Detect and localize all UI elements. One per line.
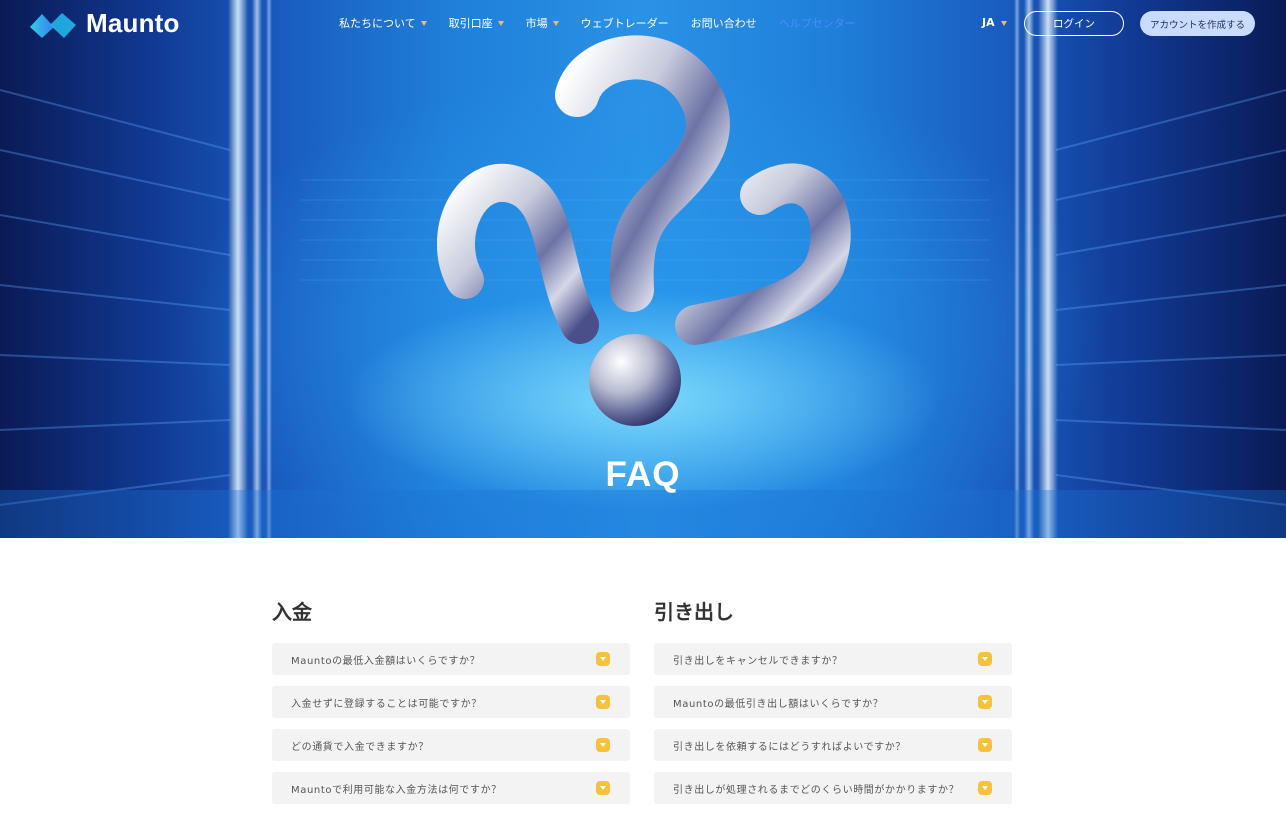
login-button[interactable]: ログイン (1024, 11, 1124, 36)
nav-item-label: ウェブトレーダー (580, 17, 669, 30)
faq-question: Mauntoの最低引き出し額はいくらですか？ (673, 698, 884, 710)
nav-item-help-center[interactable]: ヘルプセンター (779, 15, 856, 31)
expand-chevron-icon[interactable] (978, 652, 992, 666)
expand-chevron-icon[interactable] (978, 738, 992, 752)
hero-banner: FAQ (0, 0, 1286, 538)
chevron-down-icon (497, 21, 504, 26)
language-selector[interactable]: JA (982, 16, 1007, 29)
faq-item[interactable]: 入金せずに登録することは可能ですか？ (272, 686, 630, 718)
main-nav: 私たちについて 取引口座 市場 ウェブトレーダー お問い合わせ ヘルプセンター (339, 15, 878, 31)
faq-question: 入金せずに登録することは可能ですか？ (291, 698, 482, 710)
faq-item[interactable]: 引き出しをキャンセルできますか？ (654, 643, 1012, 675)
faq-item[interactable]: 引き出しを依頼するにはどうすればよいですか？ (654, 729, 1012, 761)
nav-item-label: 私たちについて (339, 17, 416, 30)
chevron-down-icon (552, 21, 559, 26)
expand-chevron-icon[interactable] (596, 652, 610, 666)
nav-item-contact[interactable]: お問い合わせ (691, 15, 757, 31)
language-code: JA (982, 16, 995, 29)
faq-question: 引き出しをキャンセルできますか？ (673, 655, 843, 667)
nav-item-label: ヘルプセンター (778, 17, 856, 30)
faq-question: 引き出しを依頼するにはどうすればよいですか？ (673, 741, 906, 753)
nav-item-label: お問い合わせ (690, 17, 757, 30)
nav-item-label: 市場 (525, 17, 548, 30)
expand-chevron-icon[interactable] (596, 738, 610, 752)
nav-item-markets[interactable]: 市場 (526, 15, 559, 31)
maunto-logo-icon (30, 12, 76, 38)
faq-question: どの通貨で入金できますか？ (291, 741, 429, 753)
nav-item-accounts[interactable]: 取引口座 (449, 15, 504, 31)
faq-section-heading: 入金 (272, 600, 312, 624)
top-navbar: Maunto 私たちについて 取引口座 市場 ウェブトレーダー お問い合わせ ヘ… (0, 0, 1286, 46)
faq-item[interactable]: Mauntoで利用可能な入金方法は何ですか？ (272, 772, 630, 804)
expand-chevron-icon[interactable] (596, 781, 610, 795)
faq-question: Mauntoの最低入金額はいくらですか？ (291, 655, 481, 667)
nav-item-about[interactable]: 私たちについて (339, 15, 427, 31)
faq-question: 引き出しが処理されるまでどのくらい時間がかかりますか？ (673, 784, 960, 796)
page-title: FAQ (605, 455, 681, 494)
create-account-button[interactable]: アカウントを作成する (1140, 11, 1255, 36)
faq-item[interactable]: Mauntoの最低引き出し額はいくらですか？ (654, 686, 1012, 718)
expand-chevron-icon[interactable] (978, 695, 992, 709)
nav-item-webtrader[interactable]: ウェブトレーダー (581, 15, 669, 31)
expand-chevron-icon[interactable] (978, 781, 992, 795)
chevron-down-icon (1000, 20, 1007, 26)
faq-withdrawal-section: 引き出し 引き出しをキャンセルできますか？ Mauntoの最低引き出し額はいくら… (654, 600, 1012, 815)
faq-deposit-section: 入金 Mauntoの最低入金額はいくらですか？ 入金せずに登録することは可能です… (272, 600, 630, 815)
expand-chevron-icon[interactable] (596, 695, 610, 709)
faq-item[interactable]: 引き出しが処理されるまでどのくらい時間がかかりますか？ (654, 772, 1012, 804)
faq-question: Mauntoで利用可能な入金方法は何ですか？ (291, 784, 502, 796)
faq-section-heading: 引き出し (654, 600, 734, 624)
brand-name: Maunto (86, 8, 180, 38)
nav-item-label: 取引口座 (448, 17, 493, 30)
faq-item[interactable]: Mauntoの最低入金額はいくらですか？ (272, 643, 630, 675)
chevron-down-icon (420, 21, 427, 26)
question-marks-illustration (437, 35, 851, 426)
faq-item[interactable]: どの通貨で入金できますか？ (272, 729, 630, 761)
brand-logo[interactable]: Maunto (28, 8, 180, 39)
